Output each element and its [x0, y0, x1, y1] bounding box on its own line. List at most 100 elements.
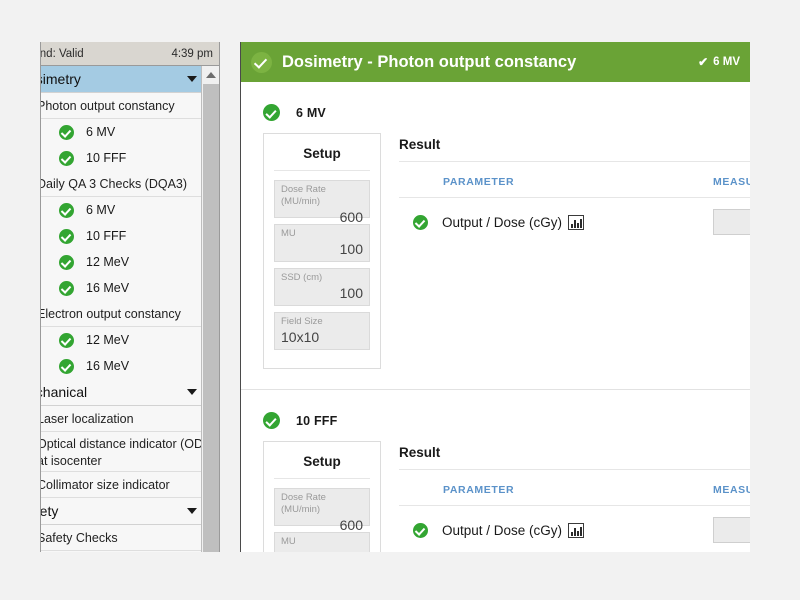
setup-title: Setup — [274, 146, 370, 171]
check-circle-icon — [59, 280, 74, 296]
field-label: MU — [281, 536, 296, 547]
table-row: Output / Dose (cGy) — [399, 506, 750, 553]
energy-heading: 10 FFF — [241, 390, 750, 429]
scrollbar-thumb[interactable] — [203, 84, 219, 552]
sidebar-item-photon-6mv[interactable]: 6 MV — [41, 119, 219, 145]
field-value: 100 — [339, 285, 363, 301]
sidebar-section-laser-localization[interactable]: Laser localization — [41, 406, 219, 432]
table-header-row: PARAMETER MEASURED — [399, 162, 750, 198]
check-circle-icon — [59, 254, 74, 270]
measured-input[interactable] — [713, 209, 750, 235]
sidebar-section-label: Collimator size indicator — [41, 478, 170, 492]
measured-input[interactable] — [713, 517, 750, 543]
sidebar-section-label: Daily QA 3 Checks (DQA3) — [41, 177, 188, 191]
sidebar-section-label: Electron output constancy — [41, 307, 181, 321]
sidebar-section-electron-output-constancy[interactable]: Electron output constancy — [41, 301, 219, 327]
result-area: Result PARAMETER MEASURED — [381, 441, 750, 552]
field-field-size[interactable]: Field Size 10x10 — [274, 312, 370, 350]
scroll-up-button[interactable] — [202, 66, 219, 83]
check-circle-icon — [251, 51, 272, 73]
sidebar-item-dqa3-12mev[interactable]: 12 MeV — [41, 249, 219, 275]
block-body: Setup Dose Rate (MU/min) 600 MU 100 SSD … — [241, 429, 750, 552]
sidebar-group-label: osimetry — [41, 71, 81, 87]
field-label: Dose Rate (MU/min) — [281, 492, 326, 515]
sidebar-section-safety-checks[interactable]: Safety Checks — [41, 525, 219, 551]
field-ssd[interactable]: SSD (cm) 100 — [274, 268, 370, 306]
sidebar-section-label: Laser localization — [41, 412, 134, 426]
sidebar-item-electron-12mev[interactable]: 12 MeV — [41, 327, 219, 353]
energy-heading: 6 MV — [241, 82, 750, 121]
bar-chart-icon[interactable] — [568, 522, 585, 538]
check-circle-icon — [59, 332, 74, 348]
table-row: Output / Dose (cGy) — [399, 198, 750, 247]
field-mu[interactable]: MU 100 — [274, 224, 370, 262]
energy-label: 6 MV — [296, 105, 326, 120]
sidebar-item-label: 10 FFF — [86, 229, 127, 243]
measured-cell — [713, 506, 750, 553]
field-dose-rate[interactable]: Dose Rate (MU/min) 600 — [274, 488, 370, 533]
sidebar-section-dqa3[interactable]: Daily QA 3 Checks (DQA3) — [41, 171, 219, 197]
chevron-down-icon — [187, 508, 197, 514]
field-value: 10x10 — [281, 329, 320, 345]
column-header-parameter: PARAMETER — [399, 162, 713, 198]
check-circle-icon — [59, 202, 74, 218]
check-circle-icon — [263, 104, 280, 121]
setup-card: Setup Dose Rate (MU/min) 600 MU 100 SSD … — [263, 133, 381, 369]
column-header-parameter: PARAMETER — [399, 470, 713, 506]
setup-title: Setup — [274, 454, 370, 479]
field-dose-rate[interactable]: Dose Rate (MU/min) 600 — [274, 180, 370, 225]
main-content-pane: Dosimetry - Photon output constancy ✔ 6 … — [240, 42, 750, 552]
result-table: PARAMETER MEASURED Output / Dose (cGy) — [399, 162, 750, 246]
chevron-down-icon — [187, 76, 197, 82]
sidebar-section-odi-at-isocenter[interactable]: Optical distance indicator (ODI) at isoc… — [41, 432, 219, 472]
setup-card: Setup Dose Rate (MU/min) 600 MU 100 SSD … — [263, 441, 381, 552]
field-value: 100 — [281, 548, 363, 552]
sidebar-item-label: 6 MV — [86, 203, 116, 217]
result-title: Result — [399, 133, 750, 162]
sidebar-item-label: 6 MV — [86, 125, 116, 139]
sidebar-item-label: 12 MeV — [86, 255, 130, 269]
check-icon: ✔ — [698, 55, 709, 69]
sidebar-section-label: Optical distance indicator (ODI) at isoc… — [41, 437, 211, 468]
sidebar-section-label: Safety Checks — [41, 531, 118, 545]
block-body: Setup Dose Rate (MU/min) 600 MU 100 SSD … — [241, 121, 750, 369]
sidebar-item-electron-16mev[interactable]: 16 MeV — [41, 353, 219, 379]
sidebar-section-label: Photon output constancy — [41, 99, 175, 113]
chevron-up-icon — [205, 71, 216, 78]
sidebar-item-dqa3-10fff[interactable]: 10 FFF — [41, 223, 219, 249]
check-circle-icon — [59, 150, 74, 166]
field-label: Field Size — [281, 316, 323, 327]
sidebar-group-label: afety — [41, 503, 59, 519]
check-circle-icon — [59, 358, 74, 374]
sidebar-section-collimator-size-indicator[interactable]: Collimator size indicator — [41, 472, 219, 498]
sidebar-group-mechanical[interactable]: echanical — [41, 379, 219, 406]
check-circle-icon — [413, 522, 428, 538]
status-bar: ound: Valid 4:39 pm — [41, 42, 219, 66]
parameter-label: Output / Dose (cGy) — [442, 214, 563, 230]
check-circle-icon — [59, 228, 74, 244]
page-header: Dosimetry - Photon output constancy ✔ 6 … — [241, 42, 750, 82]
header-energy-badge: ✔ 6 MV — [698, 56, 740, 68]
result-title: Result — [399, 441, 750, 470]
page-title: Dosimetry - Photon output constancy — [282, 52, 577, 71]
column-header-measured: MEASURED — [713, 162, 750, 198]
field-label: Dose Rate (MU/min) — [281, 184, 326, 207]
check-circle-icon — [413, 214, 428, 230]
field-mu[interactable]: MU 100 — [274, 532, 370, 552]
sidebar-item-photon-10fff[interactable]: 10 FFF — [41, 145, 219, 171]
measured-cell — [713, 198, 750, 247]
sidebar-item-dqa3-6mv[interactable]: 6 MV — [41, 197, 219, 223]
sidebar-scrollbar[interactable] — [201, 66, 219, 552]
bar-chart-icon[interactable] — [568, 214, 585, 230]
chevron-down-icon — [187, 389, 197, 395]
sidebar-item-label: 16 MeV — [86, 359, 130, 373]
energy-block-6mv: 6 MV Setup Dose Rate (MU/min) 600 MU 100… — [241, 82, 750, 369]
sidebar-section-photon-output-constancy[interactable]: Photon output constancy — [41, 93, 219, 119]
check-circle-icon — [263, 412, 280, 429]
sidebar-group-dosimetry[interactable]: osimetry — [41, 66, 219, 93]
sidebar-group-safety[interactable]: afety — [41, 498, 219, 525]
check-circle-icon — [59, 124, 74, 140]
table-header-row: PARAMETER MEASURED — [399, 470, 750, 506]
sidebar-group-label: echanical — [41, 384, 88, 400]
sidebar-item-dqa3-16mev[interactable]: 16 MeV — [41, 275, 219, 301]
